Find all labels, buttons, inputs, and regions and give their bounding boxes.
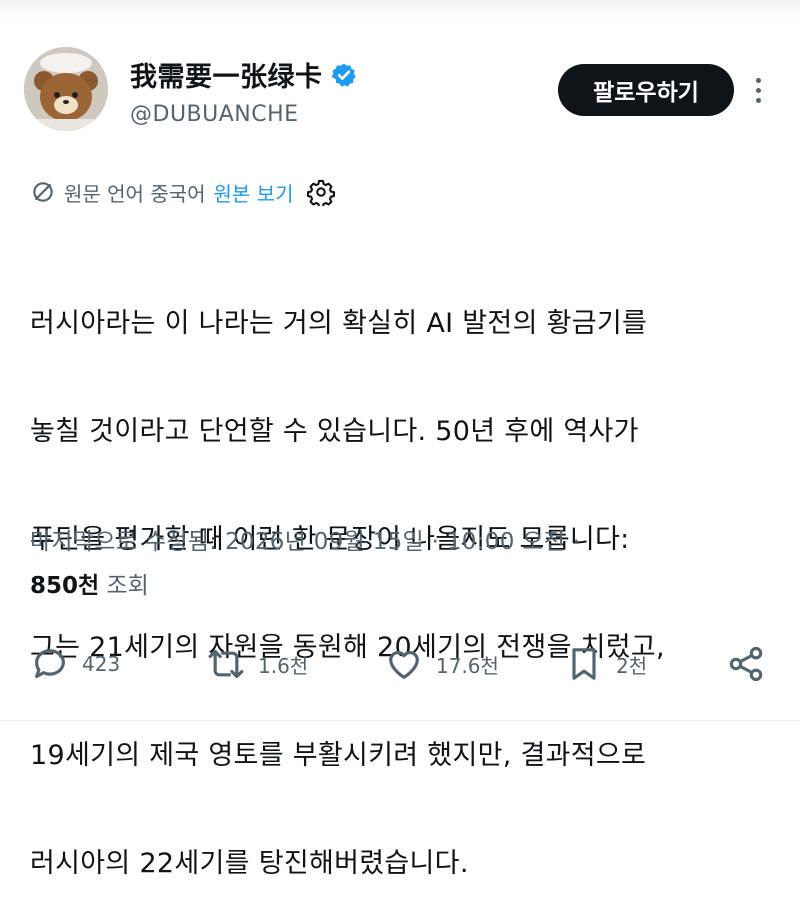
like-button[interactable]: 17.6천 — [384, 636, 499, 692]
divider — [0, 720, 800, 721]
bookmark-icon — [572, 648, 596, 680]
repost-count: 1.6천 — [258, 653, 309, 678]
author-handle[interactable]: @DUBUANCHE — [130, 102, 299, 127]
reply-count: 423 — [82, 652, 121, 676]
share-icon — [729, 646, 763, 682]
translate-icon — [33, 182, 53, 202]
share-button[interactable] — [726, 636, 766, 692]
post-header: 我需要一张绿卡 @DUBUANCHE 팔로우하기 — [24, 47, 776, 137]
more-options-icon[interactable] — [748, 75, 768, 107]
reply-icon — [35, 649, 65, 679]
bookmark-button[interactable]: 2천 — [564, 636, 647, 692]
translation-bar: 원문 언어 중국어 원본 보기 — [30, 175, 336, 209]
views-label: 조회 — [106, 573, 149, 599]
repost-icon — [208, 649, 244, 679]
like-count: 17.6천 — [436, 653, 499, 678]
verified-badge-icon — [331, 63, 356, 87]
show-original-link[interactable]: 원본 보기 — [214, 178, 294, 207]
gear-icon[interactable] — [307, 178, 336, 206]
edited-timestamp[interactable]: 마지막으로 수정됨: 2026년 09월 15일 · 10:00 오전 · — [30, 522, 580, 556]
post-line: 러시아라는 이 나라는 거의 확실히 AI 발전의 황금기를 — [30, 308, 648, 339]
follow-button[interactable]: 팔로우하기 — [558, 64, 734, 116]
top-edge — [0, 0, 800, 20]
post-line: 러시아의 22세기를 탕진해버렸습니다. — [30, 848, 469, 879]
bookmark-count: 2천 — [616, 653, 648, 678]
author-name-row[interactable]: 我需要一张绿卡 — [130, 55, 357, 94]
avatar[interactable] — [24, 47, 108, 131]
post-line: 놓칠 것이라고 단언할 수 있습니다. 50년 후에 역사가 — [30, 416, 639, 447]
post-line: 19세기의 제국 영토를 부활시키려 했지만, 결과적으로 — [30, 740, 647, 771]
heart-icon — [389, 651, 419, 679]
original-language-label: 원문 언어 중국어 — [64, 181, 206, 206]
bear-avatar-icon — [24, 47, 108, 131]
action-bar: 423 1.6천 17.6천 2천 — [0, 636, 800, 692]
views-number: 850천 — [30, 573, 100, 599]
view-count: 850천 조회 — [30, 566, 149, 600]
repost-button[interactable]: 1.6천 — [206, 636, 308, 692]
author-name[interactable]: 我需要一张绿卡 — [130, 55, 323, 94]
reply-button[interactable]: 423 — [30, 636, 120, 692]
